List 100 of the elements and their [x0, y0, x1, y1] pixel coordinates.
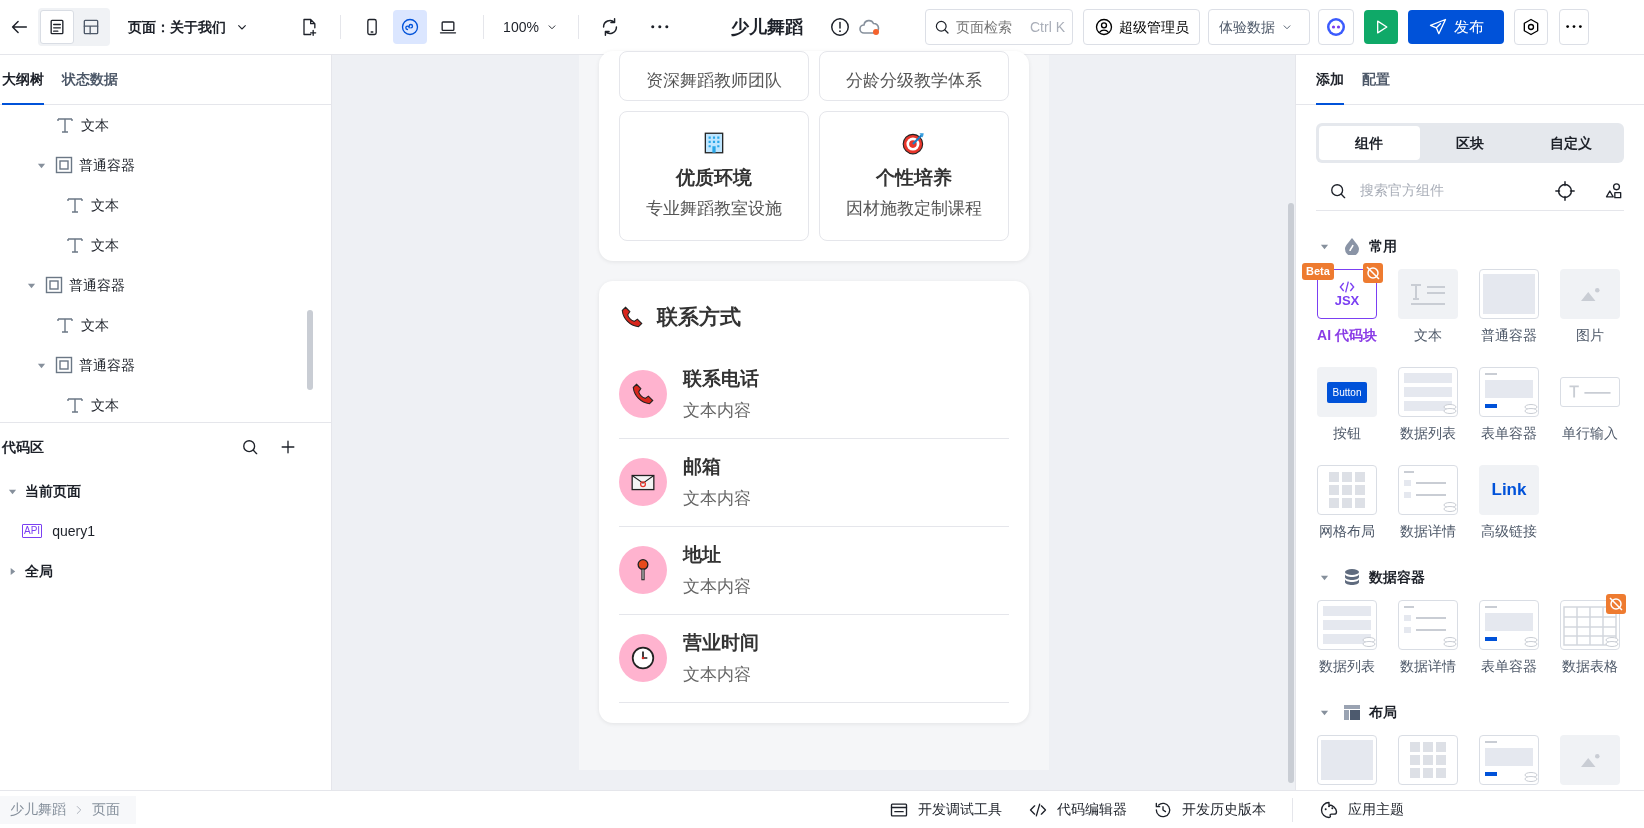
container-icon	[55, 356, 73, 374]
tool-button[interactable]: 代码编辑器	[1028, 799, 1127, 820]
contact-value: 文本内容	[682, 487, 751, 510]
component-label: 图片	[1576, 326, 1604, 345]
input-thumbnail-drawing	[1560, 377, 1620, 407]
code-icon	[1339, 280, 1355, 293]
tool-button[interactable]: 开发历史版本	[1153, 799, 1266, 820]
segment-tab[interactable]: 自定义	[1520, 126, 1621, 160]
component-item[interactable]: 单行输入	[1559, 367, 1621, 444]
clock-icon	[629, 645, 656, 671]
component-label: 网格布局	[1319, 522, 1375, 541]
code-group[interactable]: 当前页面	[0, 471, 331, 511]
shapes-button[interactable]	[1604, 180, 1624, 201]
tree-item[interactable]: 文本	[0, 185, 331, 225]
mini-program-icon	[400, 17, 420, 37]
contact-value: 文本内容	[682, 575, 751, 598]
panel-tab[interactable]: 大纲树	[2, 55, 44, 105]
run-button[interactable]	[1364, 10, 1398, 44]
contact-value: 文本内容	[682, 399, 752, 422]
segment-tab[interactable]: 组件	[1319, 126, 1420, 160]
shortcut-hint: Ctrl K	[1030, 18, 1065, 37]
tree-item[interactable]: 文本	[0, 225, 331, 265]
publish-button[interactable]: 发布	[1408, 10, 1504, 44]
app-title: 少儿舞蹈	[731, 15, 803, 39]
component-label: 表单容器	[1481, 657, 1537, 676]
user-button[interactable]: 超级管理员	[1083, 9, 1200, 45]
section-title: 联系方式	[656, 303, 741, 330]
ai-assistant-button[interactable]	[1318, 9, 1354, 45]
contact-value: 文本内容	[682, 663, 752, 686]
more-icon	[1566, 25, 1582, 29]
more-icon	[651, 25, 669, 29]
search-icon	[240, 437, 260, 457]
component-label: 数据详情	[1400, 522, 1456, 541]
code-item[interactable]: API query1	[0, 511, 331, 551]
more-button[interactable]	[1559, 9, 1589, 45]
settings-button[interactable]	[1514, 9, 1548, 45]
section-title: 代码区	[2, 437, 45, 457]
alert-icon	[829, 16, 851, 38]
layout-icon[interactable]	[81, 17, 101, 37]
image-thumbnail-drawing	[1580, 752, 1600, 768]
send-icon	[1428, 17, 1448, 37]
component-label: 数据列表	[1400, 424, 1456, 443]
text-thumbnail-drawing	[1410, 283, 1446, 305]
text-type-icon	[55, 315, 75, 335]
tree-item[interactable]: 文本	[0, 105, 331, 145]
tree-item[interactable]: 普通容器	[0, 265, 331, 305]
contact-label: 营业时间	[682, 631, 759, 655]
tree-item[interactable]: 文本	[0, 385, 331, 422]
contact-label: 联系电话	[682, 367, 759, 391]
link-preview: Link	[1491, 479, 1527, 502]
component-label: 数据列表	[1319, 657, 1375, 676]
tree-item[interactable]: 文本	[0, 305, 331, 345]
component-label: AI 代码块	[1317, 326, 1377, 345]
tool-button[interactable]: 开发调试工具	[889, 799, 1002, 820]
shapes-icon	[1604, 180, 1624, 201]
data-mode-selector[interactable]: 体验数据	[1208, 9, 1310, 45]
panel-tab[interactable]: 状态数据	[62, 55, 118, 105]
zoom-selector[interactable]: 100%	[498, 16, 564, 38]
section-title: 布局	[1369, 702, 1397, 722]
tree-item[interactable]: 普通容器	[0, 145, 331, 185]
panel-mode-switch[interactable]	[38, 8, 110, 46]
scrollbar[interactable]	[1288, 203, 1294, 783]
button-preview: Button	[1326, 381, 1368, 403]
panel-tab[interactable]: 添加	[1316, 55, 1344, 105]
contact-label: 邮箱	[682, 455, 722, 479]
component-label: 表单容器	[1481, 424, 1537, 443]
component-label: 高级链接	[1481, 522, 1537, 541]
component-label: 数据表格	[1562, 657, 1618, 676]
locate-icon	[1554, 179, 1576, 202]
feature-title: 优质环境	[674, 165, 753, 190]
mini-program-view-button[interactable]	[393, 10, 427, 44]
component-label: 按钮	[1333, 424, 1361, 443]
page-selector[interactable]: 页面：关于我们	[128, 16, 250, 38]
scrollbar[interactable]	[307, 310, 313, 390]
section-title: 常用	[1369, 236, 1397, 256]
tool-button[interactable]: 应用主题	[1319, 799, 1404, 820]
jsx-label: JSX	[1334, 292, 1360, 308]
text-type-icon	[65, 395, 85, 415]
container-icon	[45, 276, 63, 294]
segment-tab[interactable]: 区块	[1419, 126, 1521, 160]
search-icon	[933, 18, 951, 36]
settings-icon	[1521, 17, 1541, 37]
component-label: 数据详情	[1400, 657, 1456, 676]
locate-button[interactable]	[1554, 179, 1576, 202]
category-icon	[1343, 237, 1361, 255]
tree-item[interactable]: 普通容器	[0, 345, 331, 385]
component-label: 普通容器	[1481, 326, 1537, 345]
api-tag: API	[22, 524, 43, 538]
contact-label: 地址	[682, 543, 722, 567]
database-icon	[1343, 568, 1361, 586]
feature-subtitle: 资深舞蹈教师团队	[644, 70, 783, 92]
expand-caret-icon[interactable]	[8, 566, 17, 576]
component-label: 单行输入	[1562, 424, 1618, 443]
component-label: 文本	[1414, 326, 1442, 345]
code-group[interactable]: 全局	[0, 551, 331, 591]
palette-icon	[1319, 799, 1339, 820]
panel-tab[interactable]: 配置	[1362, 55, 1390, 105]
layout-icon	[1343, 703, 1361, 721]
feature-title: 个性培养	[874, 165, 953, 190]
section-title: 数据容器	[1369, 567, 1425, 587]
